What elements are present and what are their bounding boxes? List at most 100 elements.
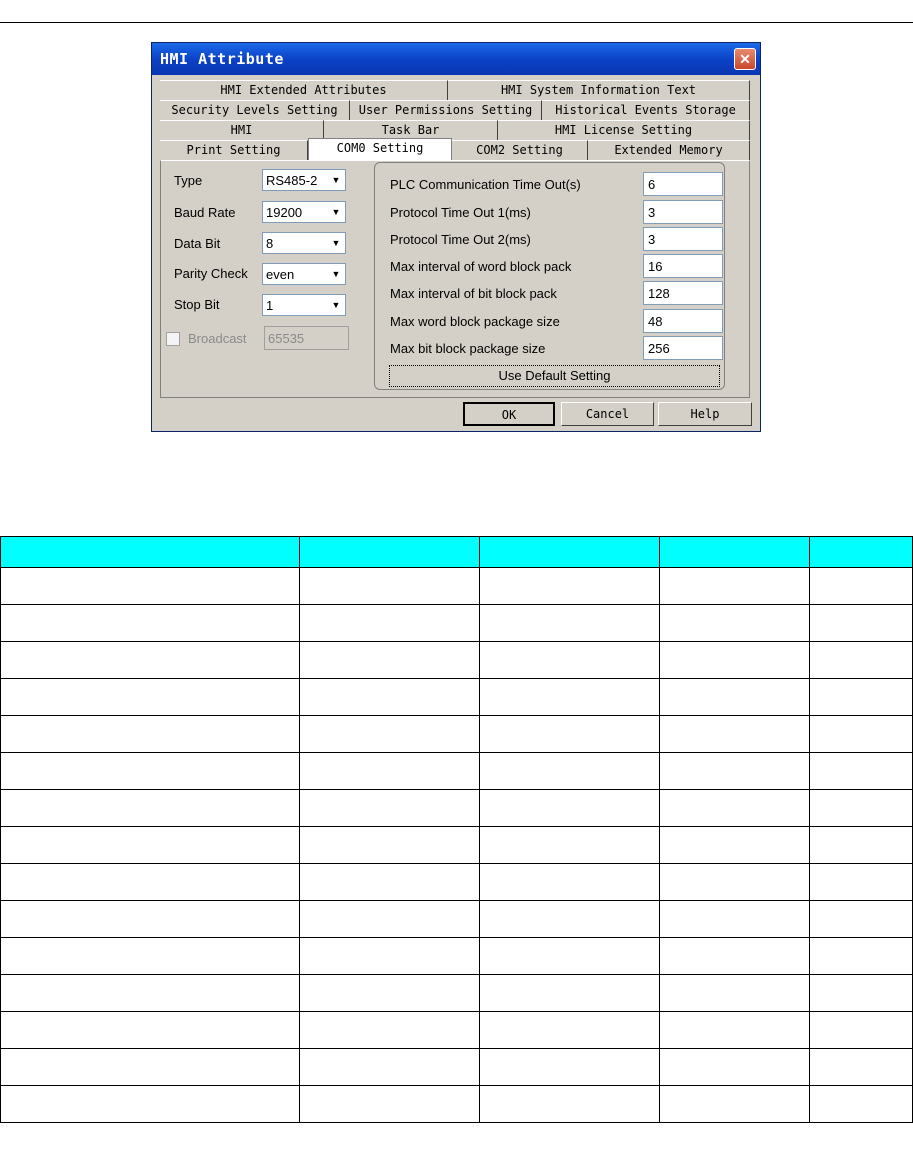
param-value: 48 <box>648 314 663 329</box>
table-cell <box>809 641 913 679</box>
table-row <box>0 752 913 790</box>
help-button[interactable]: Help <box>658 402 752 426</box>
table-header-cell <box>479 536 660 568</box>
table-cell <box>299 900 480 938</box>
table-header-row <box>0 536 913 568</box>
tab-com0-setting[interactable]: COM0 Setting <box>308 138 452 160</box>
hmi-attribute-dialog: HMI Attribute ✕ HMI Extended Attributes … <box>151 42 761 432</box>
table-cell <box>0 641 300 679</box>
table-cell <box>479 974 660 1012</box>
param-input[interactable]: 6 <box>643 172 723 196</box>
chevron-down-icon[interactable]: ▼ <box>327 170 345 190</box>
tab-print-setting[interactable]: Print Setting <box>160 140 308 160</box>
table-cell <box>0 604 300 642</box>
table-cell <box>479 752 660 790</box>
table-cell <box>809 752 913 790</box>
table-row <box>0 715 913 753</box>
type-select[interactable]: RS485-2 ▼ <box>262 169 346 191</box>
stop-bit-select[interactable]: 1 ▼ <box>262 294 346 316</box>
tab-row-2: Security Levels Setting User Permissions… <box>160 100 750 120</box>
table-cell <box>0 715 300 753</box>
table-cell <box>0 937 300 975</box>
param-input[interactable]: 16 <box>643 254 723 278</box>
tab-hmi-extended-attributes[interactable]: HMI Extended Attributes <box>160 80 448 100</box>
table-cell <box>479 789 660 827</box>
table-header-cell <box>809 536 913 568</box>
param-input[interactable]: 3 <box>643 200 723 224</box>
table-cell <box>299 826 480 864</box>
table-cell <box>0 900 300 938</box>
ok-button[interactable]: OK <box>463 402 555 426</box>
table-cell <box>479 567 660 605</box>
chevron-down-icon[interactable]: ▼ <box>327 295 345 315</box>
data-bit-select[interactable]: 8 ▼ <box>262 232 346 254</box>
dialog-titlebar[interactable]: HMI Attribute ✕ <box>152 43 760 75</box>
param-value: 3 <box>648 205 656 220</box>
table-cell <box>809 678 913 716</box>
baud-rate-select[interactable]: 19200 ▼ <box>262 201 346 223</box>
table-row <box>0 900 913 938</box>
table-cell <box>479 715 660 753</box>
table-cell <box>659 863 810 901</box>
table-cell <box>0 789 300 827</box>
cancel-button[interactable]: Cancel <box>561 402 654 426</box>
table-cell <box>659 641 810 679</box>
table-cell <box>0 567 300 605</box>
table-cell <box>659 1048 810 1086</box>
table-cell <box>479 641 660 679</box>
tab-hmi[interactable]: HMI <box>160 120 324 140</box>
param-input[interactable]: 48 <box>643 309 723 333</box>
param-input[interactable]: 3 <box>643 227 723 251</box>
table-cell <box>809 604 913 642</box>
param-value: 6 <box>648 177 656 192</box>
table-row <box>0 789 913 827</box>
table-cell <box>299 1085 480 1123</box>
tab-task-bar[interactable]: Task Bar <box>324 120 498 140</box>
param-label: Max interval of word block pack <box>390 259 572 274</box>
table-cell <box>299 937 480 975</box>
table-cell <box>809 974 913 1012</box>
table-cell <box>659 678 810 716</box>
close-button[interactable]: ✕ <box>734 48 756 70</box>
chevron-down-icon[interactable]: ▼ <box>327 202 345 222</box>
table-cell <box>479 900 660 938</box>
use-default-setting-button[interactable]: Use Default Setting <box>389 365 720 387</box>
table-header-cell <box>659 536 810 568</box>
table-cell <box>479 604 660 642</box>
table-cell <box>299 641 480 679</box>
broadcast-address-input[interactable]: 65535 <box>264 326 349 350</box>
tab-user-permissions-setting[interactable]: User Permissions Setting <box>350 100 542 120</box>
broadcast-label: Broadcast <box>188 331 247 346</box>
empty-table <box>0 536 913 1123</box>
param-input[interactable]: 128 <box>643 281 723 305</box>
table-cell <box>479 1048 660 1086</box>
tab-com2-setting[interactable]: COM2 Setting <box>452 140 588 160</box>
param-input[interactable]: 256 <box>643 336 723 360</box>
tab-extended-memory[interactable]: Extended Memory <box>588 140 750 160</box>
table-cell <box>659 937 810 975</box>
param-label: Max bit block package size <box>390 341 546 356</box>
chevron-down-icon[interactable]: ▼ <box>327 264 345 284</box>
tab-historical-events-storage[interactable]: Historical Events Storage <box>542 100 750 120</box>
table-cell <box>479 826 660 864</box>
table-cell <box>809 1048 913 1086</box>
table-row <box>0 863 913 901</box>
table-row <box>0 1085 913 1123</box>
param-value: 256 <box>648 341 670 356</box>
table-cell <box>479 1011 660 1049</box>
table-cell <box>809 1011 913 1049</box>
tab-hmi-license-setting[interactable]: HMI License Setting <box>498 120 750 140</box>
data-bit-value: 8 <box>266 236 274 251</box>
table-cell <box>659 1011 810 1049</box>
parity-check-select[interactable]: even ▼ <box>262 263 346 285</box>
tab-security-levels-setting[interactable]: Security Levels Setting <box>160 100 350 120</box>
tab-hmi-system-information-text[interactable]: HMI System Information Text <box>448 80 750 100</box>
table-row <box>0 974 913 1012</box>
parity-check-label: Parity Check <box>174 266 248 281</box>
table-row <box>0 567 913 605</box>
param-value: 128 <box>648 286 670 301</box>
broadcast-checkbox[interactable] <box>166 332 180 346</box>
table-cell <box>659 604 810 642</box>
table-cell <box>0 826 300 864</box>
chevron-down-icon[interactable]: ▼ <box>327 233 345 253</box>
